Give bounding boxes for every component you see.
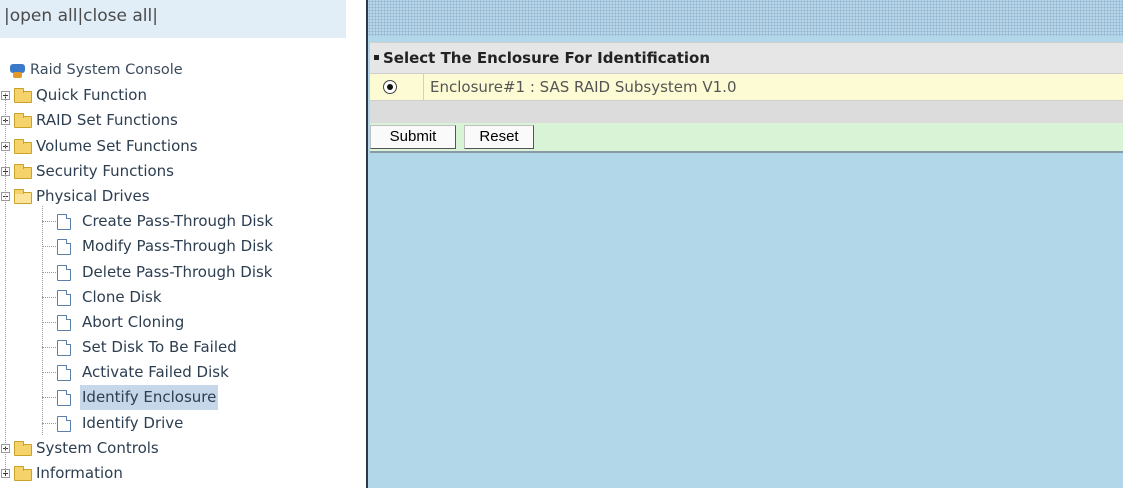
sidebar-header: |open all|close all|	[0, 0, 346, 38]
folder-icon	[14, 466, 32, 481]
tree-root-raid-system-console[interactable]: Raid System Console	[0, 58, 362, 83]
page-icon	[57, 390, 71, 407]
page-icon	[57, 239, 71, 256]
tree-guide-line	[5, 93, 6, 473]
tree-item-label: RAID Set Functions	[36, 111, 178, 130]
tree-item-set-disk-to-be-failed[interactable]: Set Disk To Be Failed	[0, 335, 362, 360]
tree-folder-physical-drives[interactable]: Physical Drives	[0, 184, 362, 209]
tree-item-label: Volume Set Functions	[36, 136, 198, 155]
tree-item-create-pass-through-disk[interactable]: Create Pass-Through Disk	[0, 209, 362, 234]
tree-item-modify-pass-through-disk[interactable]: Modify Pass-Through Disk	[0, 234, 362, 259]
tree-connector	[42, 372, 56, 374]
tree-item-label: Raid System Console	[30, 62, 183, 78]
enclosure-radio[interactable]	[383, 80, 397, 94]
open-all-link[interactable]: open all	[10, 6, 78, 26]
tree-item-label: Security Functions	[36, 161, 174, 180]
navigation-tree: Raid System Console Quick Function RAID …	[0, 58, 362, 486]
tree-item-label: Identify Enclosure	[80, 385, 219, 411]
tree-item-label: Clone Disk	[82, 287, 162, 306]
tree-connector	[42, 246, 56, 248]
enclosure-form: Select The Enclosure For Identification …	[370, 42, 1123, 153]
page-icon	[57, 214, 71, 231]
tree-folder-raid-set-functions[interactable]: RAID Set Functions	[0, 108, 362, 133]
tree-item-delete-pass-through-disk[interactable]: Delete Pass-Through Disk	[0, 260, 362, 285]
submit-button[interactable]: Submit	[370, 125, 456, 149]
tree-connector	[42, 321, 56, 323]
button-row: Submit Reset	[370, 123, 1123, 151]
tree-folder-system-controls[interactable]: System Controls	[0, 436, 362, 461]
tree-connector	[42, 221, 56, 223]
tree-connector	[42, 422, 56, 424]
tree-connector	[42, 347, 56, 349]
tree-folder-quick-function[interactable]: Quick Function	[0, 83, 362, 108]
sidebar: |open all|close all| Raid System Console…	[0, 0, 362, 488]
folder-icon	[14, 440, 32, 456]
enclosure-option-label: Enclosure#1 : SAS RAID Subsystem V1.0	[430, 78, 737, 96]
folder-icon	[14, 138, 32, 154]
tree-item-identify-enclosure[interactable]: Identify Enclosure	[0, 385, 362, 411]
main-content: Select The Enclosure For Identification …	[368, 0, 1123, 488]
page-icon	[57, 264, 71, 281]
folder-icon	[14, 163, 32, 179]
tree-item-clone-disk[interactable]: Clone Disk	[0, 285, 362, 310]
top-banner	[368, 0, 1123, 36]
spacer-row	[370, 101, 1123, 123]
tree-item-label: System Controls	[36, 438, 159, 457]
tree-item-label: Physical Drives	[36, 186, 150, 205]
console-icon	[10, 64, 25, 78]
reset-button[interactable]: Reset	[464, 125, 534, 149]
close-all-link[interactable]: close all	[83, 6, 152, 26]
separator: |	[152, 6, 158, 26]
tree-item-label: Set Disk To Be Failed	[82, 338, 237, 357]
panel-bottom-border	[370, 151, 1123, 153]
tree-item-abort-cloning[interactable]: Abort Cloning	[0, 310, 362, 335]
page-icon	[57, 415, 71, 432]
page-icon	[57, 365, 71, 382]
tree-guide-line	[42, 206, 43, 435]
folder-open-icon	[14, 188, 32, 204]
tree-item-label: Quick Function	[36, 86, 147, 105]
tree-item-label: Abort Cloning	[82, 312, 185, 331]
tree-item-label: Modify Pass-Through Disk	[82, 237, 273, 256]
tree-item-activate-failed-disk[interactable]: Activate Failed Disk	[0, 360, 362, 385]
tree-item-label: Create Pass-Through Disk	[82, 212, 274, 231]
tree-item-label: Activate Failed Disk	[82, 363, 229, 382]
panel-title-text: Select The Enclosure For Identification	[383, 49, 711, 67]
page-icon	[57, 289, 71, 306]
panel-title: Select The Enclosure For Identification	[370, 42, 1123, 73]
tree-connector	[42, 271, 56, 273]
page-icon	[57, 314, 71, 331]
tree-item-identify-drive[interactable]: Identify Drive	[0, 411, 362, 436]
tree-folder-information[interactable]: Information	[0, 461, 362, 486]
tree-item-label: Information	[36, 464, 123, 482]
folder-icon	[14, 88, 32, 104]
tree-item-label: Identify Drive	[82, 413, 184, 432]
radio-cell	[370, 74, 424, 100]
enclosure-option-row[interactable]: Enclosure#1 : SAS RAID Subsystem V1.0	[370, 73, 1123, 101]
tree-folder-volume-set-functions[interactable]: Volume Set Functions	[0, 134, 362, 159]
bullet-icon	[374, 55, 379, 60]
tree-connector	[42, 397, 56, 399]
tree-connector	[42, 296, 56, 298]
tree-folder-security-functions[interactable]: Security Functions	[0, 159, 362, 184]
folder-icon	[14, 113, 32, 129]
page-icon	[57, 340, 71, 357]
tree-item-label: Delete Pass-Through Disk	[82, 262, 273, 281]
